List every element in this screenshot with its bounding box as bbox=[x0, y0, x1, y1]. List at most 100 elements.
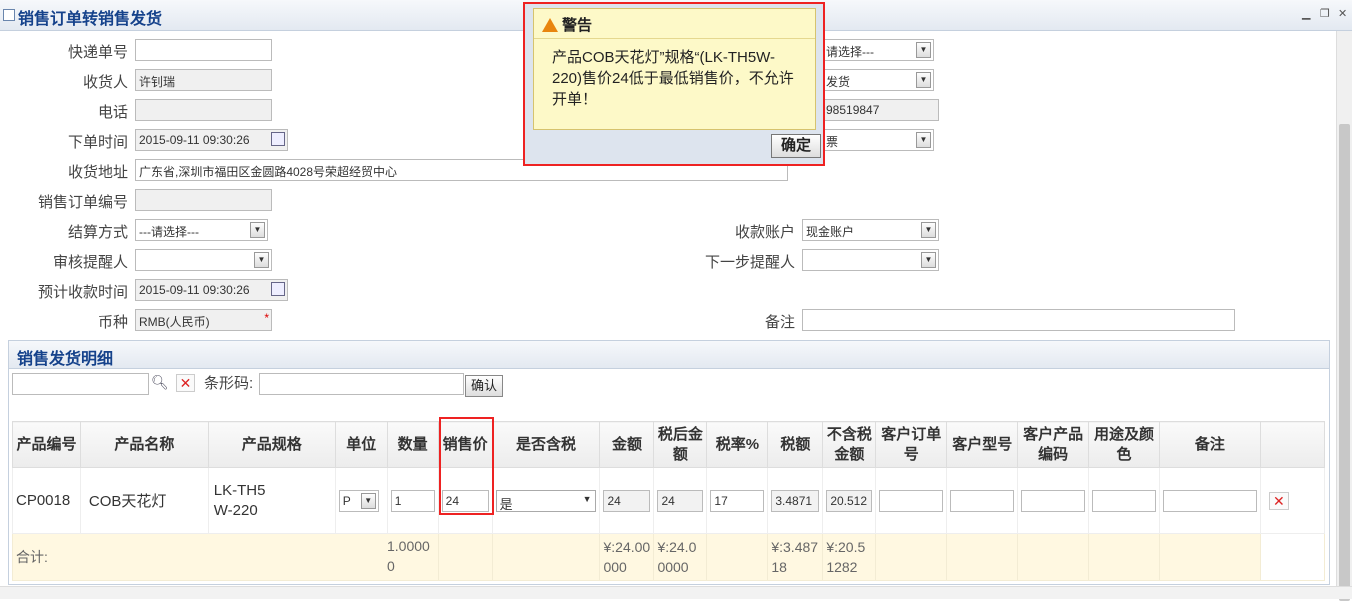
detail-table: 产品编号 产品名称 产品规格 单位 数量 销售价 是否含税 金额 税后金额 税率… bbox=[12, 421, 1326, 581]
calendar-icon[interactable] bbox=[271, 132, 285, 146]
col-header[interactable]: 产品编号 bbox=[12, 421, 81, 468]
cell-amount: 24 bbox=[599, 467, 655, 534]
scrollbar-thumb[interactable] bbox=[1339, 124, 1350, 601]
col-header[interactable]: 是否含税 bbox=[491, 421, 601, 468]
right-select-2[interactable]: 发货 ▼ bbox=[822, 69, 934, 91]
reviewer-label: 审核提醒人 bbox=[52, 254, 128, 271]
usage-input[interactable] bbox=[1092, 489, 1156, 512]
reviewer-select[interactable]: ▼ bbox=[135, 249, 272, 271]
settle-select[interactable]: ---请选择--- ▼ bbox=[135, 219, 268, 241]
right-select-1[interactable]: 请选择--- ▼ bbox=[822, 39, 934, 61]
remark-input[interactable] bbox=[802, 309, 1235, 331]
chevron-down-icon[interactable]: ▼ bbox=[916, 72, 931, 88]
chevron-down-icon[interactable]: ▼ bbox=[921, 222, 936, 238]
cell-rate[interactable]: 17 bbox=[706, 467, 769, 534]
sum-empty bbox=[1259, 533, 1326, 581]
cell-note[interactable] bbox=[1159, 467, 1261, 534]
sum-empty bbox=[875, 533, 948, 581]
col-header[interactable]: 客户型号 bbox=[946, 421, 1019, 468]
col-header[interactable]: 产品名称 bbox=[79, 421, 209, 468]
table-header-row: 产品编号 产品名称 产品规格 单位 数量 销售价 是否含税 金额 税后金额 税率… bbox=[12, 421, 1326, 468]
settle-value: ---请选择--- bbox=[139, 225, 199, 239]
cell-tax-incl[interactable]: 是 ▼ bbox=[491, 467, 601, 534]
product-search-input[interactable] bbox=[12, 373, 149, 395]
order-time-input[interactable]: 2015-09-11 09:30:26 bbox=[135, 129, 288, 151]
cell-delete[interactable]: ✕ bbox=[1259, 467, 1326, 534]
tax-incl-select[interactable]: 是 ▼ bbox=[495, 489, 597, 512]
restore-icon[interactable]: ❐ bbox=[1320, 7, 1330, 20]
note-input[interactable] bbox=[1163, 489, 1257, 512]
phone-input[interactable] bbox=[135, 99, 272, 121]
col-header-actions bbox=[1259, 421, 1326, 468]
barcode-input[interactable] bbox=[259, 373, 464, 395]
chevron-down-icon[interactable]: ▼ bbox=[916, 132, 931, 148]
currency-value: RMB(人民币) bbox=[139, 315, 210, 329]
form-icon bbox=[3, 9, 15, 21]
expect-time-input[interactable]: 2015-09-11 09:30:26 bbox=[135, 279, 288, 301]
cust-model-input[interactable] bbox=[950, 489, 1015, 512]
vertical-scrollbar[interactable] bbox=[1336, 31, 1352, 601]
order-time-label: 下单时间 bbox=[67, 134, 128, 151]
col-header[interactable]: 客户订单号 bbox=[875, 421, 948, 468]
qty-input[interactable]: 1 bbox=[390, 489, 435, 512]
col-header[interactable]: 单位 bbox=[334, 421, 388, 468]
minimize-icon[interactable]: ▁ bbox=[1302, 7, 1310, 20]
delete-icon[interactable]: ✕ bbox=[1268, 491, 1289, 510]
cust-order-input[interactable] bbox=[879, 489, 944, 512]
sum-empty bbox=[491, 533, 601, 581]
chevron-down-icon[interactable]: ▼ bbox=[583, 494, 592, 504]
after-tax-input[interactable]: 24 bbox=[657, 489, 704, 512]
phone-label: 电话 bbox=[97, 104, 128, 121]
receiver-label: 收货人 bbox=[82, 74, 128, 91]
calendar-icon[interactable] bbox=[271, 282, 285, 296]
col-header[interactable]: 产品规格 bbox=[207, 421, 336, 468]
right-select-3-value: 票 bbox=[826, 135, 839, 149]
currency-input[interactable]: RMB(人民币) * bbox=[135, 309, 272, 331]
express-no-input[interactable] bbox=[135, 39, 272, 61]
sum-empty bbox=[946, 533, 1019, 581]
col-header[interactable]: 不含税金额 bbox=[822, 421, 877, 468]
col-header[interactable]: 税率% bbox=[706, 421, 769, 468]
col-header[interactable]: 数量 bbox=[386, 421, 439, 468]
ex-tax-input[interactable]: 20.512 bbox=[826, 489, 873, 512]
chevron-down-icon[interactable]: ▼ bbox=[921, 252, 936, 268]
search-icon[interactable]: 🔍︎ bbox=[151, 374, 169, 391]
table-row: CP0018 COB天花灯 LK-TH5W-220 P ▼ 1 24 是 ▼ 24 … bbox=[12, 467, 1326, 534]
rate-input[interactable]: 17 bbox=[710, 489, 765, 512]
cell-usage[interactable] bbox=[1088, 467, 1160, 534]
cell-spec: LK-TH5W-220 bbox=[207, 467, 336, 534]
next-reminder-select[interactable]: ▼ bbox=[802, 249, 939, 271]
cell-qty[interactable]: 1 bbox=[386, 467, 439, 534]
col-header[interactable]: 金额 bbox=[599, 421, 655, 468]
cell-unit[interactable]: P ▼ bbox=[334, 467, 388, 534]
right-select-3[interactable]: 票 ▼ bbox=[822, 129, 934, 151]
col-header[interactable]: 税额 bbox=[767, 421, 824, 468]
account-label: 收款账户 bbox=[734, 224, 795, 241]
col-header[interactable]: 备注 bbox=[1159, 421, 1261, 468]
amount-input[interactable]: 24 bbox=[603, 489, 651, 512]
confirm-button[interactable]: 确认 bbox=[465, 375, 503, 397]
chevron-down-icon[interactable]: ▼ bbox=[916, 42, 931, 58]
close-icon[interactable]: ✕ bbox=[1338, 7, 1347, 20]
col-header[interactable]: 客户产品编码 bbox=[1017, 421, 1090, 468]
cell-cust-model[interactable] bbox=[946, 467, 1019, 534]
receiver-input[interactable]: 许钊瑞 bbox=[135, 69, 272, 91]
account-select[interactable]: 现金账户 ▼ bbox=[802, 219, 939, 241]
cust-code-input[interactable] bbox=[1021, 489, 1086, 512]
right-phone-input[interactable]: 98519847 bbox=[822, 99, 939, 121]
cell-cust-order[interactable] bbox=[875, 467, 948, 534]
chevron-down-icon[interactable]: ▼ bbox=[360, 492, 376, 509]
col-header[interactable]: 用途及颜色 bbox=[1088, 421, 1160, 468]
col-header[interactable]: 税后金额 bbox=[653, 421, 708, 468]
so-no-input[interactable] bbox=[135, 189, 272, 211]
unit-select[interactable]: P ▼ bbox=[338, 489, 379, 512]
account-value: 现金账户 bbox=[806, 225, 855, 239]
cell-after-tax: 24 bbox=[653, 467, 708, 534]
chevron-down-icon[interactable]: ▼ bbox=[250, 222, 265, 238]
tax-input[interactable]: 3.4871 bbox=[771, 489, 820, 512]
clear-icon[interactable]: ✕ bbox=[176, 374, 195, 392]
chevron-down-icon[interactable]: ▼ bbox=[254, 252, 269, 268]
right-select-1-value: 请选择--- bbox=[826, 45, 874, 59]
cell-cust-code[interactable] bbox=[1017, 467, 1090, 534]
window-title: 销售订单转销售发货 bbox=[18, 11, 163, 28]
